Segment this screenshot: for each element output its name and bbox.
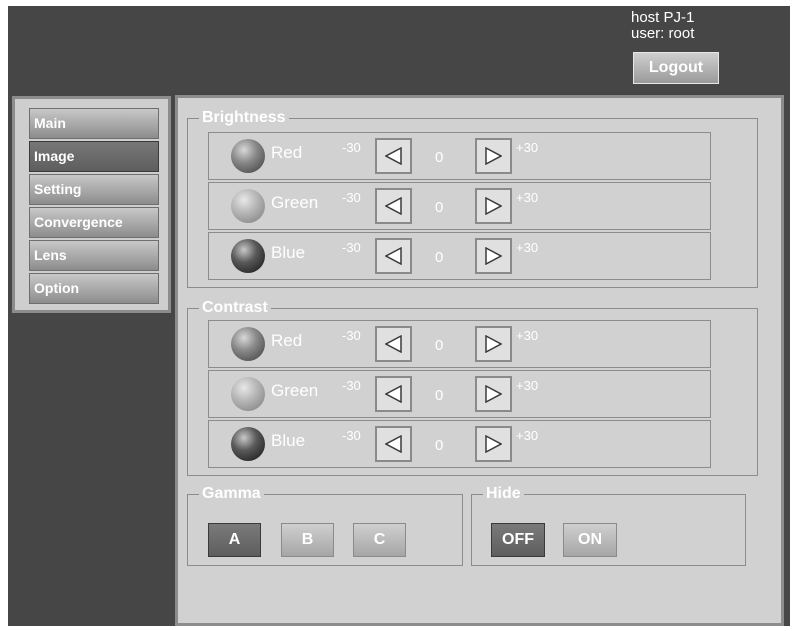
sidebar-item-option[interactable]: Option: [29, 273, 159, 304]
channel-label: Blue: [271, 431, 306, 450]
max-label: +30: [516, 378, 539, 393]
decrement-button[interactable]: [375, 376, 412, 412]
contrast-row-red: Red -30 0 +30: [208, 320, 711, 368]
user-label: user: root: [631, 25, 695, 42]
min-label: -30: [342, 428, 361, 443]
channel-label: Green: [271, 381, 319, 400]
increment-button[interactable]: [475, 138, 512, 174]
brightness-group: Brightness Red -30 0 +30 Green -30 0 +30…: [187, 109, 758, 288]
channel-label: Blue: [271, 243, 306, 262]
decrement-button[interactable]: [375, 138, 412, 174]
increment-button[interactable]: [475, 376, 512, 412]
triangle-right-icon: [485, 247, 502, 265]
triangle-right-icon: [485, 385, 502, 403]
sidebar-item-setting[interactable]: Setting: [29, 174, 159, 205]
brightness-title: Brightness: [199, 109, 289, 127]
sphere-icon: [231, 377, 265, 411]
decrement-button[interactable]: [375, 188, 412, 224]
value-display: 0: [435, 337, 444, 354]
increment-button[interactable]: [475, 326, 512, 362]
gamma-option-a[interactable]: A: [208, 523, 261, 557]
max-label: +30: [516, 140, 539, 155]
value-display: 0: [435, 249, 444, 266]
decrement-button[interactable]: [375, 238, 412, 274]
hide-group: Hide OFF ON: [471, 485, 746, 566]
max-label: +30: [516, 240, 539, 255]
hide-option-off[interactable]: OFF: [491, 523, 545, 557]
triangle-left-icon: [385, 335, 402, 353]
triangle-left-icon: [385, 147, 402, 165]
min-label: -30: [342, 190, 361, 205]
triangle-left-icon: [385, 197, 402, 215]
triangle-right-icon: [485, 147, 502, 165]
min-label: -30: [342, 378, 361, 393]
session-info: host PJ-1 user: root: [631, 10, 694, 42]
contrast-title: Contrast: [199, 299, 271, 317]
sphere-icon: [231, 427, 265, 461]
sphere-icon: [231, 139, 265, 173]
hide-option-on[interactable]: ON: [563, 523, 617, 557]
channel-label: Green: [271, 193, 319, 212]
triangle-left-icon: [385, 435, 402, 453]
sidebar: Main Image Setting Convergence Lens Opti…: [12, 96, 171, 313]
max-label: +30: [516, 328, 539, 343]
increment-button[interactable]: [475, 238, 512, 274]
brightness-row-blue: Blue -30 0 +30: [208, 232, 711, 280]
gamma-title: Gamma: [199, 485, 264, 503]
value-display: 0: [435, 149, 444, 166]
triangle-right-icon: [485, 435, 502, 453]
increment-button[interactable]: [475, 426, 512, 462]
channel-label: Red: [271, 331, 303, 350]
decrement-button[interactable]: [375, 326, 412, 362]
channel-label: Red: [271, 143, 303, 162]
sidebar-item-image[interactable]: Image: [29, 141, 159, 172]
triangle-left-icon: [385, 385, 402, 403]
sidebar-item-lens[interactable]: Lens: [29, 240, 159, 271]
value-display: 0: [435, 437, 444, 454]
contrast-row-blue: Blue -30 0 +30: [208, 420, 711, 468]
max-label: +30: [516, 428, 539, 443]
hide-title: Hide: [483, 485, 524, 503]
host-label: host PJ-1: [631, 9, 695, 26]
brightness-row-green: Green -30 0 +30: [208, 182, 711, 230]
value-display: 0: [435, 387, 444, 404]
contrast-row-green: Green -30 0 +30: [208, 370, 711, 418]
max-label: +30: [516, 190, 539, 205]
sidebar-item-main[interactable]: Main: [29, 108, 159, 139]
min-label: -30: [342, 140, 361, 155]
image-settings-panel: Brightness Red -30 0 +30 Green -30 0 +30…: [175, 95, 784, 626]
triangle-right-icon: [485, 197, 502, 215]
min-label: -30: [342, 240, 361, 255]
logout-button[interactable]: Logout: [633, 52, 719, 84]
gamma-option-b[interactable]: B: [281, 523, 334, 557]
sphere-icon: [231, 239, 265, 273]
gamma-group: Gamma A B C: [187, 485, 463, 566]
decrement-button[interactable]: [375, 426, 412, 462]
sphere-icon: [231, 327, 265, 361]
triangle-left-icon: [385, 247, 402, 265]
brightness-row-red: Red -30 0 +30: [208, 132, 711, 180]
value-display: 0: [435, 199, 444, 216]
sidebar-item-convergence[interactable]: Convergence: [29, 207, 159, 238]
sphere-icon: [231, 189, 265, 223]
min-label: -30: [342, 328, 361, 343]
triangle-right-icon: [485, 335, 502, 353]
contrast-group: Contrast Red -30 0 +30 Green -30 0 +30 B…: [187, 299, 758, 476]
gamma-option-c[interactable]: C: [353, 523, 406, 557]
app-window: host PJ-1 user: root Logout Main Image S…: [8, 6, 790, 626]
increment-button[interactable]: [475, 188, 512, 224]
